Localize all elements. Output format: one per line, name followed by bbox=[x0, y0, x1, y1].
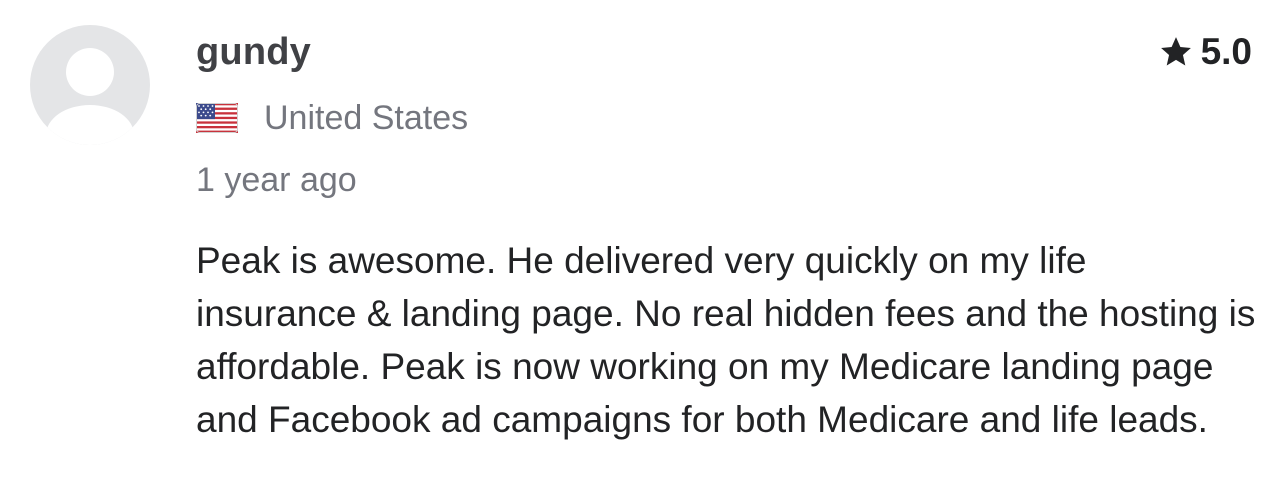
reviewer-country: United States bbox=[196, 96, 468, 140]
review-rating: 5.0 bbox=[1159, 30, 1252, 74]
us-flag-icon bbox=[196, 103, 238, 133]
review-body: Peak is awesome. He delivered very quick… bbox=[196, 240, 1256, 440]
rating-value: 5.0 bbox=[1200, 31, 1252, 72]
default-user-avatar-icon bbox=[46, 48, 134, 145]
country-name: United States bbox=[264, 99, 469, 137]
avatar[interactable] bbox=[30, 25, 150, 145]
star-icon bbox=[1160, 37, 1191, 66]
review-timestamp: 1 year ago bbox=[196, 161, 357, 199]
reviewer-username[interactable]: gundy bbox=[196, 28, 311, 76]
